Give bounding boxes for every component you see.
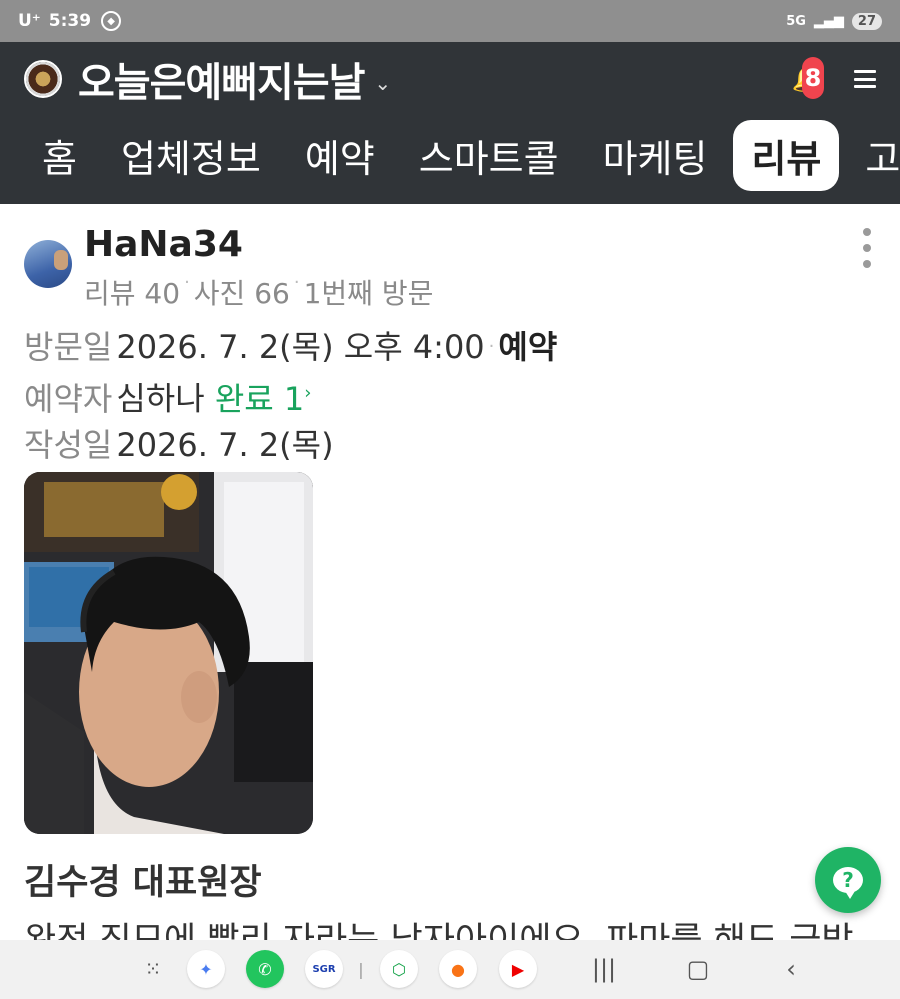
tab-home[interactable]: 홈 <box>24 120 95 191</box>
app-header: 오늘은예뻐지는날 ⌄ 🔔 8 홈 업체정보 예약 스마트콜 마케팅 리뷰 고객 <box>0 42 900 204</box>
tab-customer[interactable]: 고객 <box>847 120 900 191</box>
written-date-row: 작성일 2026. 7. 2(목) <box>24 422 557 468</box>
review-photo[interactable] <box>24 472 313 834</box>
visit-date-row: 방문일 2026. 7. 2(목) 오후 4:00 · 예약 <box>24 328 558 366</box>
review-count: 리뷰 40 <box>84 277 181 310</box>
reviewer-row: HaNa34 리뷰 40 · 사진 66 · 1번째 방문 <box>24 224 874 314</box>
status-time: 5:39 <box>48 11 92 31</box>
title-row: 오늘은예뻐지는날 ⌄ 🔔 8 <box>24 54 876 106</box>
carrier-label: U⁺ <box>18 11 41 31</box>
chevron-right-icon: › <box>304 382 312 403</box>
notification-badge: 8 <box>802 57 824 99</box>
help-icon: ? <box>833 867 863 899</box>
reviewer-stats: 리뷰 40 · 사진 66 · 1번째 방문 <box>84 272 434 310</box>
help-button[interactable]: ? <box>815 847 881 913</box>
shop-title[interactable]: 오늘은예뻐지는날 <box>78 50 365 108</box>
app-notification-icon: ◆ <box>101 11 122 31</box>
network-label: 5G <box>786 13 806 29</box>
system-nav-bar: ⁙ ✦ ✆ SGR | ⬡ ● ▶ ||| ▢ ‹ <box>0 940 900 999</box>
more-options-icon[interactable] <box>862 228 872 268</box>
written-date: 2026. 7. 2(목) <box>116 425 334 464</box>
signal-icon: ▂▄▆ <box>813 13 844 29</box>
visit-date-label: 방문일 <box>24 328 113 366</box>
youtube-icon[interactable]: ▶ <box>499 950 537 988</box>
visit-type: 예약 <box>498 328 558 366</box>
gemini-icon[interactable]: ✦ <box>187 950 225 988</box>
menu-icon[interactable] <box>854 70 876 88</box>
photo-count: 사진 66 <box>193 277 290 310</box>
carrot-icon[interactable]: ● <box>439 950 477 988</box>
app-drawer-icon[interactable]: ⁙ <box>134 950 172 988</box>
tab-smart-call[interactable]: 스마트콜 <box>401 120 577 191</box>
battery-indicator: 27 <box>851 12 882 30</box>
booker-row: 예약자 심하나 완료 1› <box>24 370 557 422</box>
logo-icon[interactable] <box>24 60 62 98</box>
shield-app-icon[interactable]: ⬡ <box>380 950 418 988</box>
review-content: HaNa34 리뷰 40 · 사진 66 · 1번째 방문 방문일 2026. 7. 2(… <box>0 204 900 940</box>
booker-name: 심하나 <box>116 379 205 418</box>
tab-bar: 홈 업체정보 예약 스마트콜 마케팅 리뷰 고객 <box>24 119 900 191</box>
tab-marketing[interactable]: 마케팅 <box>585 120 726 191</box>
tab-booking[interactable]: 예약 <box>287 120 393 191</box>
home-button[interactable]: ▢ <box>679 950 717 988</box>
phone-icon[interactable]: ✆ <box>246 950 284 988</box>
review-text[interactable]: 완전 직모에 빨리 자라는 남자아이에요. 파마를 해도 금방 <box>24 912 854 940</box>
divider: | <box>358 959 364 979</box>
chevron-down-icon[interactable]: ⌄ <box>374 71 391 95</box>
avatar[interactable] <box>24 240 72 288</box>
recent-apps-button[interactable]: ||| <box>585 950 623 988</box>
booker-label: 예약자 <box>24 379 113 418</box>
tab-review[interactable]: 리뷰 <box>733 119 840 191</box>
sgr-icon[interactable]: SGR <box>305 950 343 988</box>
written-date-label: 작성일 <box>24 425 113 464</box>
review-meta: 방문일 2026. 7. 2(목) 오후 4:00 · 예약 예약자 심하나 완료 1›… <box>24 324 557 468</box>
staff-name: 김수경 대표원장 <box>24 863 262 903</box>
tab-business-info[interactable]: 업체정보 <box>103 120 279 191</box>
status-bar: U⁺ 5:39 ◆ 5G ▂▄▆ 27 <box>0 0 900 42</box>
visit-count: 1번째 방문 <box>303 277 434 310</box>
notification-button[interactable]: 🔔 8 <box>788 57 828 99</box>
booker-status-link[interactable]: 완료 1› <box>215 380 312 418</box>
visit-date: 2026. 7. 2(목) 오후 4:00 <box>116 328 485 366</box>
reviewer-name[interactable]: HaNa34 <box>84 224 243 265</box>
back-button[interactable]: ‹ <box>772 950 810 988</box>
